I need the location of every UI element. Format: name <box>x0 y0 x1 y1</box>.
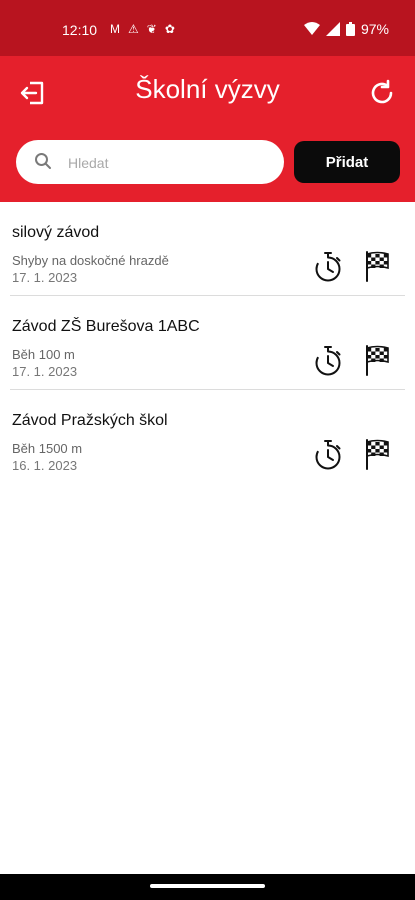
checkered-flag-icon[interactable] <box>362 344 392 376</box>
challenge-title: Závod Pražských škol <box>12 412 168 429</box>
navigation-bar <box>0 874 415 900</box>
challenge-list: silový závod Shyby na doskočné hrazdě 17… <box>0 202 415 483</box>
challenge-date: 17. 1. 2023 <box>12 270 78 285</box>
battery-icon <box>345 22 355 36</box>
notification-icon: ⚠ <box>128 22 139 36</box>
challenge-item[interactable]: Závod Pražských škol Běh 1500 m 16. 1. 2… <box>10 390 405 483</box>
add-button[interactable]: Přidat <box>294 141 400 183</box>
wifi-icon <box>303 22 320 35</box>
challenge-title: silový závod <box>12 224 100 241</box>
stopwatch-icon[interactable] <box>312 344 344 378</box>
battery-percent: 97% <box>360 21 389 37</box>
challenge-subtitle: Shyby na doskočné hrazdě <box>12 253 169 268</box>
notification-icons: M ⚠ ❦ ✿ <box>110 22 175 36</box>
home-gesture-handle[interactable] <box>150 884 265 888</box>
status-time: 12:10 <box>62 22 98 38</box>
challenge-date: 17. 1. 2023 <box>12 364 78 379</box>
challenge-item[interactable]: Závod ZŠ Burešova 1ABC Běh 100 m 17. 1. … <box>10 296 405 390</box>
signal-icon <box>325 22 340 36</box>
app-header: Školní výzvy Přidat <box>0 56 415 202</box>
search-icon <box>35 153 51 169</box>
page-title: Školní výzvy <box>135 74 280 104</box>
checkered-flag-icon[interactable] <box>362 438 392 470</box>
gmail-icon: M <box>110 22 120 36</box>
challenge-title: Závod ZŠ Burešova 1ABC <box>12 318 200 335</box>
refresh-icon[interactable] <box>367 78 397 108</box>
search-box <box>16 140 284 186</box>
challenge-subtitle: Běh 1500 m <box>12 441 83 456</box>
maple-leaf-icon: ✿ <box>164 22 175 36</box>
challenge-subtitle: Běh 100 m <box>12 347 75 362</box>
checkered-flag-icon[interactable] <box>362 250 392 282</box>
challenge-item[interactable]: silový závod Shyby na doskočné hrazdě 17… <box>10 202 405 296</box>
challenge-date: 16. 1. 2023 <box>12 458 78 473</box>
system-icons: 97% <box>303 21 389 37</box>
leaf-icon: ❦ <box>146 22 157 36</box>
stopwatch-icon[interactable] <box>312 250 344 284</box>
status-bar: 12:10 M ⚠ ❦ ✿ 97% <box>0 0 415 56</box>
search-input[interactable] <box>66 140 280 186</box>
stopwatch-icon[interactable] <box>312 438 344 472</box>
